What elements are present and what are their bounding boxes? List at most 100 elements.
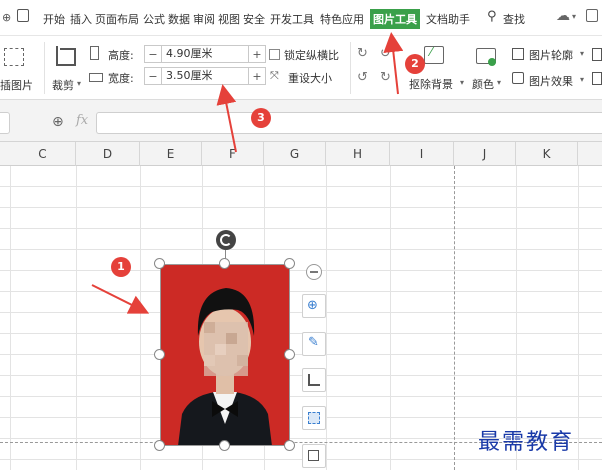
- resize-handle-left[interactable]: [154, 349, 165, 360]
- menu-formula[interactable]: 公式: [143, 11, 165, 27]
- zoom-icon[interactable]: ⊕: [52, 114, 64, 130]
- picture-outline-icon[interactable]: [512, 48, 524, 60]
- chevron-down-icon[interactable]: ▾: [580, 49, 584, 58]
- picture-effects-label[interactable]: 图片效果: [529, 73, 573, 89]
- menu-page-layout[interactable]: 页面布局: [95, 11, 139, 27]
- menu-insert[interactable]: 插入: [70, 11, 92, 27]
- resize-handle-bottom-left[interactable]: [154, 440, 165, 451]
- grid-line: [10, 166, 11, 470]
- rotate-icon[interactable]: ↻: [357, 46, 368, 61]
- lock-ratio-checkbox[interactable]: [269, 49, 280, 60]
- menu-features[interactable]: 特色应用: [320, 11, 364, 27]
- width-input[interactable]: 3.50厘米: [161, 68, 249, 84]
- resize-handle-bottom[interactable]: [219, 440, 230, 451]
- column-header-k[interactable]: K: [516, 142, 578, 166]
- resize-handle-top-left[interactable]: [154, 258, 165, 269]
- menu-data[interactable]: 数据: [168, 11, 190, 27]
- grid-line: [140, 166, 141, 470]
- magic-wand-icon: ⁄: [430, 45, 433, 59]
- cloud-icon[interactable]: ☁: [556, 8, 570, 24]
- menu-review[interactable]: 审阅: [193, 11, 215, 27]
- search-label[interactable]: 查找: [503, 11, 525, 27]
- print-preview-icon[interactable]: [17, 9, 29, 22]
- column-header-e[interactable]: E: [140, 142, 202, 166]
- width-stepper[interactable]: − 3.50厘米 +: [144, 67, 266, 85]
- grid-line: [578, 166, 579, 470]
- copy-icon: [308, 450, 319, 461]
- annotation-badge-1: 1: [111, 257, 131, 277]
- annotation-badge-3: 3: [251, 108, 271, 128]
- height-input[interactable]: 4.90厘米: [161, 46, 249, 62]
- resize-handle-top-right[interactable]: [284, 258, 295, 269]
- insert-picture-label[interactable]: 插图片: [0, 77, 33, 93]
- remove-background-label[interactable]: 抠除背景: [409, 76, 453, 92]
- page-break-line: [454, 166, 455, 470]
- name-box[interactable]: [0, 112, 10, 134]
- color-label[interactable]: 颜色: [472, 76, 494, 92]
- back-icon[interactable]: ⊕: [2, 11, 11, 24]
- picture-effects-icon[interactable]: [512, 72, 524, 84]
- height-decrease-button[interactable]: −: [145, 48, 161, 61]
- column-header-i[interactable]: I: [390, 142, 454, 166]
- resize-handle-right[interactable]: [284, 349, 295, 360]
- height-stepper[interactable]: − 4.90厘米 +: [144, 45, 266, 63]
- menu-developer[interactable]: 开发工具: [270, 11, 314, 27]
- height-icon: [90, 46, 99, 60]
- menu-start[interactable]: 开始: [43, 11, 65, 27]
- rotate-left-icon[interactable]: ↺: [357, 70, 368, 85]
- formula-input[interactable]: [96, 112, 602, 134]
- lock-ratio-label[interactable]: 锁定纵横比: [284, 47, 339, 63]
- column-header-j[interactable]: J: [454, 142, 516, 166]
- column-header-d[interactable]: D: [76, 142, 140, 166]
- menu-picture-tools[interactable]: 图片工具: [370, 9, 420, 29]
- crop-label[interactable]: 裁剪: [52, 77, 74, 93]
- column-header-f[interactable]: F: [202, 142, 264, 166]
- selection-frame: [160, 264, 290, 446]
- share-icon[interactable]: [586, 9, 598, 22]
- ribbon-divider: [44, 42, 45, 94]
- insert-picture-icon[interactable]: [4, 48, 24, 66]
- column-header-g[interactable]: G: [264, 142, 326, 166]
- pencil-icon: ✎: [308, 335, 319, 350]
- more-icon[interactable]: [592, 72, 602, 85]
- resize-handle-bottom-right[interactable]: [284, 440, 295, 451]
- crop-icon: [308, 374, 320, 386]
- crop-diagonal: [60, 48, 76, 64]
- rotate-icon: [220, 234, 232, 246]
- chevron-down-icon[interactable]: ▾: [497, 78, 501, 87]
- width-decrease-button[interactable]: −: [145, 70, 161, 83]
- grid-line: [390, 166, 391, 470]
- resize-handle-top[interactable]: [219, 258, 230, 269]
- ribbon-toolbar: 插图片 裁剪 ▾ 高度: − 4.90厘米 + 宽度: − 3.50厘米 + 锁…: [0, 36, 602, 100]
- height-label: 高度:: [108, 49, 134, 62]
- chevron-down-icon[interactable]: ▾: [460, 78, 464, 87]
- chevron-down-icon[interactable]: ▾: [572, 12, 576, 21]
- column-header-h[interactable]: H: [326, 142, 390, 166]
- ribbon-divider: [350, 42, 351, 94]
- width-increase-button[interactable]: +: [249, 70, 265, 83]
- width-label: 宽度:: [108, 72, 134, 85]
- flip-vertical-icon[interactable]: ↻: [380, 70, 391, 85]
- color-dot: [488, 58, 496, 66]
- more-icon[interactable]: [592, 48, 602, 61]
- zoom-in-icon: ⊕: [307, 298, 318, 313]
- height-increase-button[interactable]: +: [249, 48, 265, 61]
- reset-size-icon[interactable]: ⤧: [270, 69, 279, 83]
- remove-background-icon[interactable]: [424, 46, 444, 64]
- picture-outline-label[interactable]: 图片轮廓: [529, 47, 573, 63]
- flip-icon[interactable]: ↺: [380, 46, 391, 61]
- column-header-c[interactable]: C: [10, 142, 76, 166]
- chevron-down-icon[interactable]: ▾: [580, 75, 584, 84]
- layout-icon: [308, 412, 320, 424]
- menu-bar: ⊕ 开始 插入 页面布局 公式 数据 审阅 视图 安全 开发工具 特色应用 图片…: [0, 0, 602, 36]
- chevron-down-icon[interactable]: ▾: [77, 79, 81, 88]
- reset-size-label[interactable]: 重设大小: [288, 70, 332, 86]
- menu-doc-assistant[interactable]: 文档助手: [426, 11, 470, 27]
- fx-label[interactable]: fx: [76, 113, 88, 128]
- menu-security[interactable]: 安全: [243, 11, 265, 27]
- menu-view[interactable]: 视图: [218, 11, 240, 27]
- formula-bar: ⊕ fx: [0, 100, 602, 142]
- grid-line: [326, 166, 327, 470]
- watermark-text: 最需教育: [478, 430, 575, 455]
- search-icon[interactable]: ⚲: [487, 9, 497, 24]
